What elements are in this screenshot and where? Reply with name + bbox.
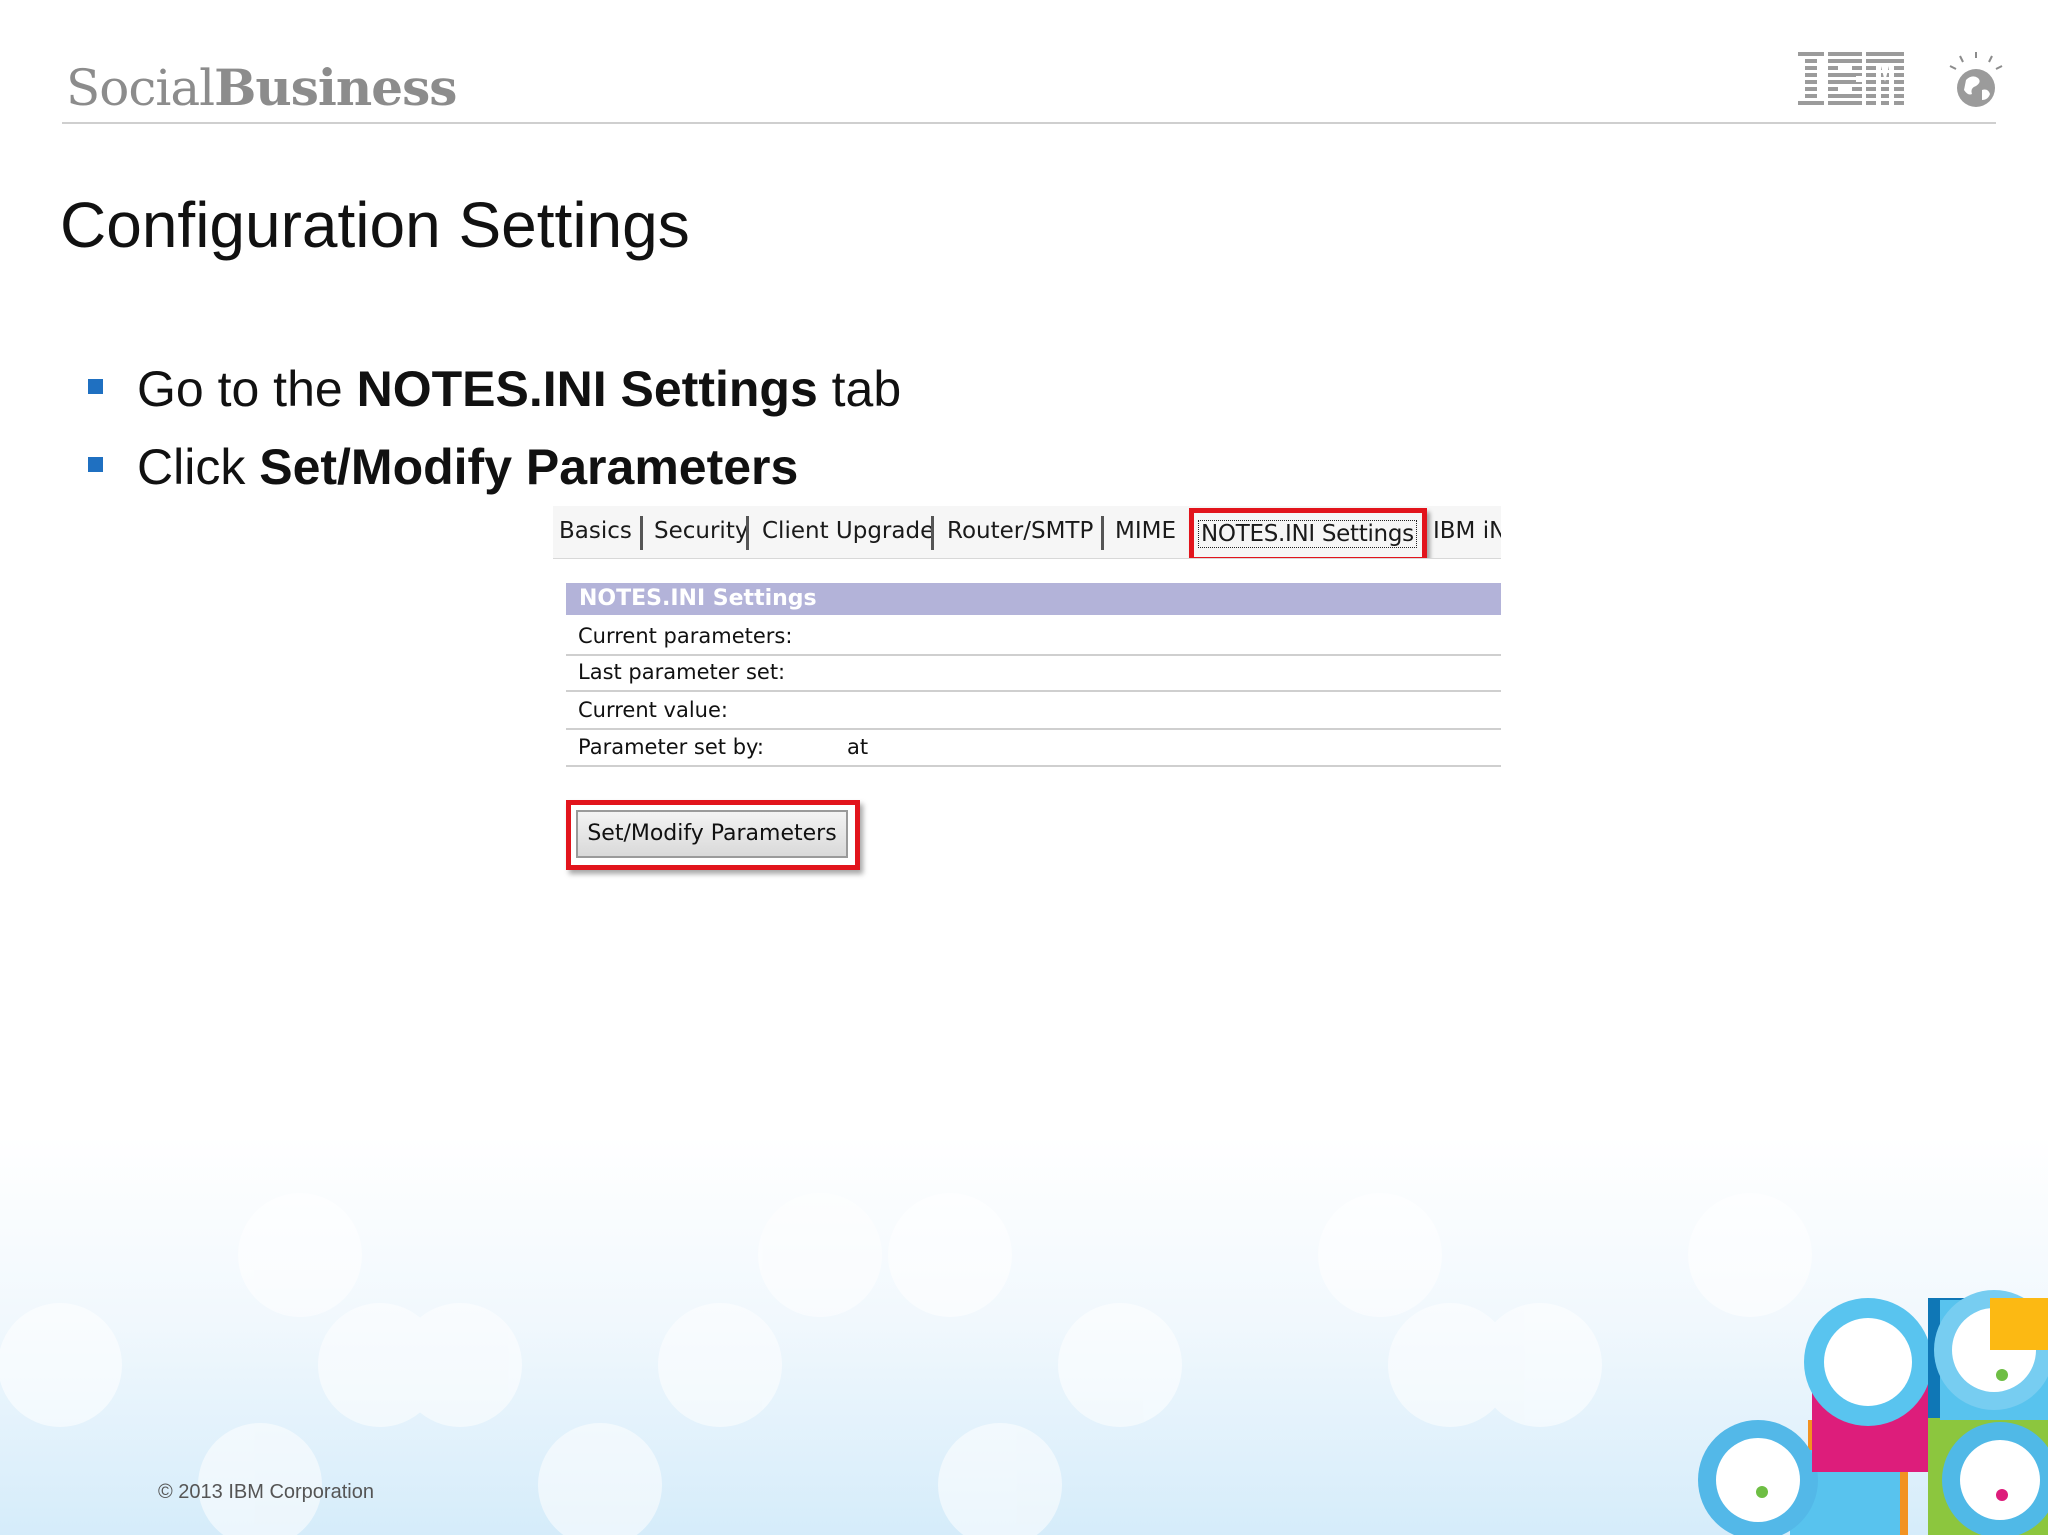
tab-client-upgrade[interactable]: Client Upgrade [762,518,934,544]
field-label: Current value: [578,698,728,722]
bullet-text: Go to the [137,361,357,417]
tab-notes-ini-settings[interactable]: NOTES.INI Settings [1198,520,1417,548]
brand-social: Social [66,59,215,117]
field-label: Last parameter set: [578,660,786,684]
bullet-square-icon [88,457,103,473]
socialbusiness-logo: SocialBusiness [66,58,457,117]
section-header: NOTES.INI Settings [566,583,1501,615]
bullet-text: tab [817,361,902,417]
ibm-logo [1798,52,1904,105]
field-row-current-parameters: Current parameters: [566,618,1501,656]
bullet-item: Click Set/Modify Parameters [88,438,798,496]
field-label: Parameter set by: [578,735,765,759]
tab-router-smtp[interactable]: Router/SMTP [947,518,1093,544]
field-label: Current parameters: [578,624,793,648]
set-modify-button-highlight: Set/Modify Parameters [566,800,860,870]
tab-separator [1101,516,1104,550]
colored-tiles [1698,1290,2048,1535]
smarter-planet-globe-icon [1949,52,2003,107]
tab-ibm-inotes[interactable]: IBM iN [1433,518,1501,544]
bullet-bold-text: Set/Modify Parameters [259,439,799,495]
set-modify-parameters-button[interactable]: Set/Modify Parameters [576,810,848,858]
bullet-bold-text: NOTES.INI Settings [356,361,818,417]
field-row-current-value: Current value: [566,692,1501,730]
page-title: Configuration Settings [60,189,690,261]
tab-basics[interactable]: Basics [559,518,632,544]
tab-separator [640,516,643,550]
field-row-last-parameter-set: Last parameter set: [566,654,1501,692]
embedded-screenshot: Basics Security Client Upgrade Router/SM… [553,506,1501,872]
field-row-parameter-set-by: Parameter set by: at [566,729,1501,767]
bullet-text: Click [137,439,260,495]
bullet-item: Go to the NOTES.INI Settings tab [88,360,901,418]
header-divider [62,122,1996,124]
tab-separator [746,516,749,550]
tab-bar: Basics Security Client Upgrade Router/SM… [553,506,1501,559]
section-title: NOTES.INI Settings [579,586,817,611]
tab-separator [931,516,934,550]
bullet-square-icon [88,379,103,395]
tab-security[interactable]: Security [654,518,748,544]
copyright-text: © 2013 IBM Corporation [158,1481,374,1503]
field-at-label: at [847,735,869,759]
brand-business: Business [214,58,457,117]
tab-notes-ini-settings-highlight: NOTES.INI Settings [1189,508,1427,558]
tab-mime[interactable]: MIME [1115,518,1176,544]
